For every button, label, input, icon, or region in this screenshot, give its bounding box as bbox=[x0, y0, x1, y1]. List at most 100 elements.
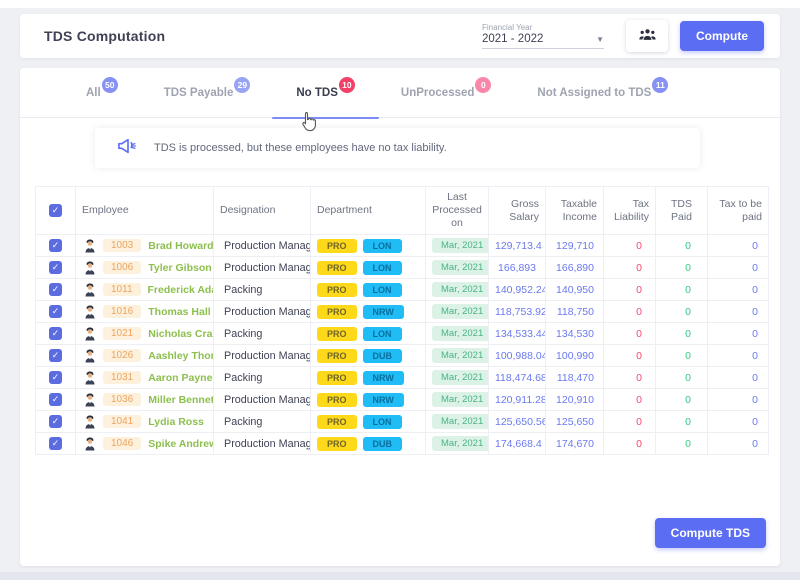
chevron-down-icon: ▼ bbox=[596, 35, 604, 44]
tab[interactable]: UnProcessed 0 bbox=[401, 68, 492, 118]
row-checkbox[interactable]: ✓ bbox=[49, 327, 62, 340]
tab[interactable]: Not Assigned to TDS 11 bbox=[537, 68, 668, 118]
tax-liability-cell: 0 bbox=[604, 257, 656, 279]
taxable-income-cell: 166,890 bbox=[546, 257, 604, 279]
financial-year-select[interactable]: Financial Year 2021 - 2022 ▼ bbox=[482, 23, 604, 49]
last-processed-cell: Mar, 2021 bbox=[426, 235, 489, 257]
tds-paid-cell: 0 bbox=[656, 323, 708, 345]
employee-id-badge: 1003 bbox=[103, 239, 141, 252]
designation-cell: Packing bbox=[214, 411, 311, 433]
row-checkbox[interactable]: ✓ bbox=[49, 261, 62, 274]
employee-id-badge: 1046 bbox=[103, 437, 141, 450]
department-cell: PROLON bbox=[311, 279, 426, 301]
employee-name-link[interactable]: Lydia Ross bbox=[148, 416, 204, 428]
employee-cell: 1036 Miller Bennett bbox=[76, 389, 214, 411]
tab[interactable]: No TDS 10 bbox=[296, 68, 355, 118]
banner-text: TDS is processed, but these employees ha… bbox=[154, 142, 447, 154]
employee-name-link[interactable]: Frederick Adams bbox=[148, 284, 214, 296]
select-all-cell[interactable]: ✓ bbox=[36, 187, 76, 235]
department-function-badge: PRO bbox=[317, 415, 357, 429]
row-checkbox[interactable]: ✓ bbox=[49, 437, 62, 450]
designation-cell: Production Manager bbox=[214, 301, 311, 323]
tab[interactable]: TDS Payable 29 bbox=[164, 68, 251, 118]
last-processed-cell: Mar, 2021 bbox=[426, 433, 489, 455]
department-location-badge: LON bbox=[363, 261, 402, 275]
employee-name-link[interactable]: Spike Andrews bbox=[148, 438, 213, 450]
employee-cell: 1003 Brad Howard bbox=[76, 235, 214, 257]
compute-tds-button[interactable]: Compute TDS bbox=[655, 518, 766, 548]
department-function-badge: PRO bbox=[317, 261, 357, 275]
avatar bbox=[84, 393, 96, 407]
row-checkbox[interactable]: ✓ bbox=[49, 349, 62, 362]
employee-filter-button[interactable] bbox=[626, 20, 668, 52]
compute-button[interactable]: Compute bbox=[680, 21, 764, 51]
column-header: Taxable Income bbox=[546, 187, 604, 235]
tab-label: All bbox=[86, 87, 101, 99]
row-checkbox-cell[interactable]: ✓ bbox=[36, 279, 76, 301]
tab[interactable]: All 50 bbox=[86, 68, 118, 118]
department-location-badge: DUB bbox=[363, 349, 403, 363]
row-checkbox-cell[interactable]: ✓ bbox=[36, 235, 76, 257]
taxable-income-cell: 120,910 bbox=[546, 389, 604, 411]
row-checkbox-cell[interactable]: ✓ bbox=[36, 301, 76, 323]
last-processed-badge: Mar, 2021 bbox=[432, 260, 489, 275]
row-checkbox-cell[interactable]: ✓ bbox=[36, 433, 76, 455]
table-body: ✓ 1003 Brad Howard Production Manager PR… bbox=[36, 235, 769, 455]
main-card: All 50 TDS Payable 29 No TDS 10 UnProces… bbox=[20, 68, 780, 566]
row-checkbox-cell[interactable]: ✓ bbox=[36, 367, 76, 389]
megaphone-icon bbox=[117, 136, 139, 161]
employee-name-link[interactable]: Tyler Gibson bbox=[148, 262, 211, 274]
tax-to-be-paid-cell: 0 bbox=[708, 389, 769, 411]
tax-to-be-paid-cell: 0 bbox=[708, 433, 769, 455]
table-row: ✓ 1003 Brad Howard Production Manager PR… bbox=[36, 235, 769, 257]
gross-salary-cell: 125,650.56 bbox=[489, 411, 546, 433]
select-all-checkbox[interactable]: ✓ bbox=[49, 204, 62, 217]
row-checkbox[interactable]: ✓ bbox=[49, 239, 62, 252]
last-processed-badge: Mar, 2021 bbox=[432, 392, 489, 407]
avatar bbox=[84, 305, 96, 319]
gross-salary-cell: 129,713.4 bbox=[489, 235, 546, 257]
row-checkbox-cell[interactable]: ✓ bbox=[36, 411, 76, 433]
employee-id-badge: 1036 bbox=[103, 393, 141, 406]
tax-to-be-paid-cell: 0 bbox=[708, 345, 769, 367]
tax-liability-cell: 0 bbox=[604, 301, 656, 323]
employee-name-link[interactable]: Aashley Thomas bbox=[148, 350, 213, 362]
tax-liability-cell: 0 bbox=[604, 323, 656, 345]
row-checkbox[interactable]: ✓ bbox=[49, 415, 62, 428]
employee-name-link[interactable]: Nicholas Craig bbox=[148, 328, 213, 340]
gross-salary-cell: 100,988.04 bbox=[489, 345, 546, 367]
taxable-income-cell: 129,710 bbox=[546, 235, 604, 257]
tax-to-be-paid-cell: 0 bbox=[708, 323, 769, 345]
employee-id-badge: 1031 bbox=[103, 371, 141, 384]
avatar bbox=[84, 415, 96, 429]
department-cell: PROLON bbox=[311, 411, 426, 433]
row-checkbox-cell[interactable]: ✓ bbox=[36, 323, 76, 345]
designation-cell: Production Manager bbox=[214, 433, 311, 455]
employee-cell: 1041 Lydia Ross bbox=[76, 411, 214, 433]
employee-name-link[interactable]: Brad Howard bbox=[148, 240, 213, 252]
last-processed-cell: Mar, 2021 bbox=[426, 301, 489, 323]
department-location-badge: NRW bbox=[363, 371, 404, 385]
designation-cell: Packing bbox=[214, 323, 311, 345]
employee-name-link[interactable]: Aaron Payne bbox=[148, 372, 212, 384]
employee-name-link[interactable]: Thomas Hall bbox=[148, 306, 210, 318]
department-cell: PRONRW bbox=[311, 301, 426, 323]
gross-salary-cell: 174,668.4 bbox=[489, 433, 546, 455]
column-header: Last Processed on bbox=[426, 187, 489, 235]
tds-paid-cell: 0 bbox=[656, 235, 708, 257]
last-processed-cell: Mar, 2021 bbox=[426, 323, 489, 345]
row-checkbox-cell[interactable]: ✓ bbox=[36, 389, 76, 411]
designation-cell: Production Manager bbox=[214, 389, 311, 411]
department-function-badge: PRO bbox=[317, 283, 357, 297]
row-checkbox[interactable]: ✓ bbox=[49, 393, 62, 406]
row-checkbox-cell[interactable]: ✓ bbox=[36, 345, 76, 367]
employee-cell: 1016 Thomas Hall bbox=[76, 301, 214, 323]
tax-liability-cell: 0 bbox=[604, 367, 656, 389]
row-checkbox[interactable]: ✓ bbox=[49, 305, 62, 318]
employee-cell: 1026 Aashley Thomas bbox=[76, 345, 214, 367]
row-checkbox[interactable]: ✓ bbox=[49, 371, 62, 384]
employee-name-link[interactable]: Miller Bennett bbox=[148, 394, 213, 406]
row-checkbox[interactable]: ✓ bbox=[49, 283, 62, 296]
row-checkbox-cell[interactable]: ✓ bbox=[36, 257, 76, 279]
gross-salary-cell: 118,753.92 bbox=[489, 301, 546, 323]
